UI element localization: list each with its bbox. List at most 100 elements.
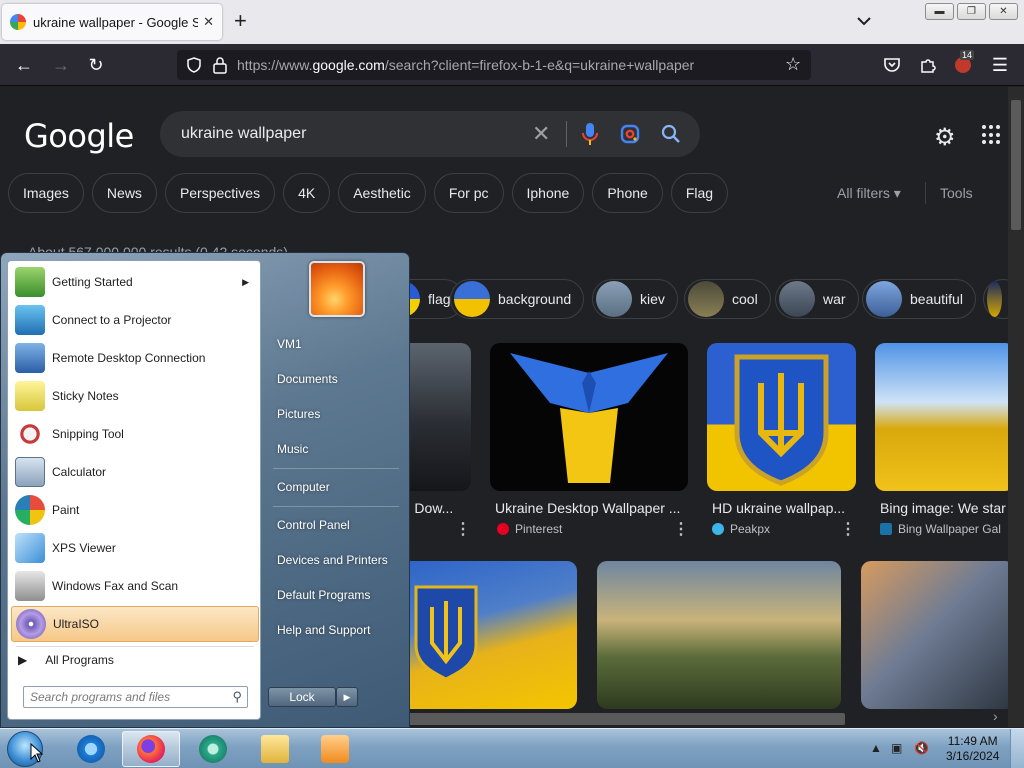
lock-icon[interactable] [212, 56, 228, 74]
search-programs-icon[interactable]: ⚲ [232, 689, 242, 705]
program-paint[interactable]: Paint [11, 492, 259, 528]
topic-label: flag [428, 291, 451, 307]
more-options-icon[interactable]: ⋮ [840, 519, 856, 539]
search-programs-input[interactable]: Search programs and files ⚲ [23, 686, 248, 708]
more-options-icon[interactable]: ⋮ [455, 519, 471, 539]
settings-gear-icon[interactable]: ⚙ [934, 123, 956, 152]
tab-close-icon[interactable]: ✕ [203, 14, 214, 30]
scroll-right-chevron-icon[interactable]: › [993, 708, 998, 724]
taskbar-media-player[interactable] [306, 731, 364, 767]
start-link-control-panel[interactable]: Control Panel [277, 518, 350, 532]
back-arrow-icon[interactable]: ← [14, 55, 34, 75]
google-lens-icon[interactable] [620, 124, 640, 144]
image-result[interactable] [490, 343, 688, 491]
tray-volume-muted-icon[interactable]: 🔇 [914, 741, 929, 755]
url-bar[interactable]: https://www.google.com/search?client=fir… [177, 50, 811, 80]
paint-icon [15, 495, 45, 525]
image-caption[interactable]: Bing image: We star [880, 500, 1008, 516]
pinterest-icon [497, 523, 509, 535]
start-link-devices-printers[interactable]: Devices and Printers [277, 553, 388, 567]
image-result[interactable] [597, 561, 841, 709]
program-snipping-tool[interactable]: Snipping Tool [11, 416, 259, 452]
program-fax-scan[interactable]: Windows Fax and Scan [11, 568, 259, 604]
start-link-music[interactable]: Music [277, 442, 308, 456]
topic-chip-more[interactable] [983, 279, 1008, 319]
start-menu: Getting Started ▶ Connect to a Projector… [0, 252, 410, 728]
start-link-documents[interactable]: Documents [277, 372, 338, 386]
taskbar-clock[interactable]: 11:49 AM 3/16/2024 [946, 734, 999, 764]
program-connect-projector[interactable]: Connect to a Projector [11, 302, 259, 338]
program-getting-started[interactable]: Getting Started ▶ [11, 264, 259, 300]
more-options-icon[interactable]: ⋮ [673, 519, 689, 539]
chip-iphone[interactable]: Iphone [511, 173, 585, 213]
chip-flag[interactable]: Flag [670, 173, 729, 213]
lock-button[interactable]: Lock [268, 687, 336, 707]
tray-network-icon[interactable]: ▣ [891, 741, 902, 755]
topic-chip-kiev[interactable]: kiev [592, 279, 678, 319]
forward-arrow-icon[interactable]: → [51, 55, 71, 75]
start-link-default-programs[interactable]: Default Programs [277, 588, 370, 602]
show-desktop-button[interactable] [1010, 729, 1024, 768]
topic-chip-beautiful[interactable]: beautiful [862, 279, 976, 319]
bookmark-star-icon[interactable]: ☆ [785, 54, 801, 75]
program-sticky-notes[interactable]: Sticky Notes [11, 378, 259, 414]
shutdown-options-arrow-icon[interactable]: ▶ [336, 687, 358, 707]
tracking-shield-icon[interactable] [186, 57, 202, 73]
list-tabs-chevron-icon[interactable] [855, 12, 873, 30]
start-link-pictures[interactable]: Pictures [277, 407, 320, 421]
image-caption[interactable]: HD ukraine wallpap... [712, 500, 846, 516]
browser-tab-active[interactable]: ukraine wallpaper - Google Search ✕ [2, 4, 222, 40]
program-remote-desktop[interactable]: Remote Desktop Connection [11, 340, 259, 376]
topic-chip-war[interactable]: war [775, 279, 859, 319]
tools-button[interactable]: Tools [940, 185, 973, 201]
image-result[interactable] [707, 343, 856, 491]
minimize-button[interactable]: ▬ [925, 3, 954, 20]
google-logo[interactable]: Google [24, 117, 134, 155]
taskbar-media-app[interactable] [184, 731, 242, 767]
taskbar-firefox[interactable] [122, 731, 180, 767]
google-apps-grid-icon[interactable] [982, 125, 1002, 145]
image-source[interactable]: Pinterest [497, 522, 562, 536]
hamburger-menu-icon[interactable]: ☰ [990, 55, 1010, 75]
program-xps-viewer[interactable]: XPS Viewer [11, 530, 259, 566]
all-programs-button[interactable]: ▶ All Programs [18, 653, 114, 667]
chip-images[interactable]: Images [8, 173, 84, 213]
horizontal-scroll-thumb[interactable] [380, 713, 845, 725]
url-text[interactable]: https://www.google.com/search?client=fir… [237, 57, 694, 73]
program-ultraiso[interactable]: UltraISO [11, 606, 259, 642]
image-result[interactable] [875, 343, 1008, 491]
page-scrollbar[interactable] [1008, 87, 1024, 727]
chip-phone[interactable]: Phone [592, 173, 663, 213]
program-calculator[interactable]: Calculator [11, 454, 259, 490]
topic-chip-cool[interactable]: cool [684, 279, 771, 319]
search-magnifier-icon[interactable] [661, 124, 681, 144]
image-caption[interactable]: Ukraine Desktop Wallpaper ... [495, 500, 685, 516]
search-box[interactable]: ukraine wallpaper ✕ [160, 111, 700, 157]
topic-chip-background[interactable]: background [450, 279, 585, 319]
taskbar-windows-explorer[interactable] [246, 731, 304, 767]
extensions-puzzle-icon[interactable] [919, 56, 937, 74]
chip-4k[interactable]: 4K [283, 173, 331, 213]
start-link-computer[interactable]: Computer [277, 480, 330, 494]
chip-aesthetic[interactable]: Aesthetic [338, 173, 426, 213]
user-picture[interactable] [309, 261, 365, 317]
taskbar-internet-explorer[interactable] [62, 731, 120, 767]
pocket-icon[interactable] [883, 56, 901, 74]
image-source[interactable]: Bing Wallpaper Gal [880, 522, 1001, 536]
voice-search-mic-icon[interactable] [581, 122, 599, 146]
search-query-text[interactable]: ukraine wallpaper [181, 125, 306, 143]
reload-icon[interactable]: ↻ [86, 55, 106, 75]
clear-search-icon[interactable]: ✕ [532, 121, 550, 147]
image-result[interactable] [861, 561, 1008, 709]
tray-expand-icon[interactable]: ▲ [870, 741, 882, 755]
restore-button[interactable]: ❐ [957, 3, 986, 20]
close-window-button[interactable]: ✕ [989, 3, 1018, 20]
image-source[interactable]: Peakpx [712, 522, 770, 536]
start-link-help-support[interactable]: Help and Support [277, 623, 370, 637]
chip-for-pc[interactable]: For pc [433, 173, 504, 213]
all-filters-button[interactable]: All filters ▾ [837, 185, 901, 202]
chip-news[interactable]: News [91, 173, 157, 213]
start-link-vm1[interactable]: VM1 [277, 337, 302, 351]
new-tab-icon[interactable]: + [234, 10, 247, 32]
chip-perspectives[interactable]: Perspectives [164, 173, 276, 213]
